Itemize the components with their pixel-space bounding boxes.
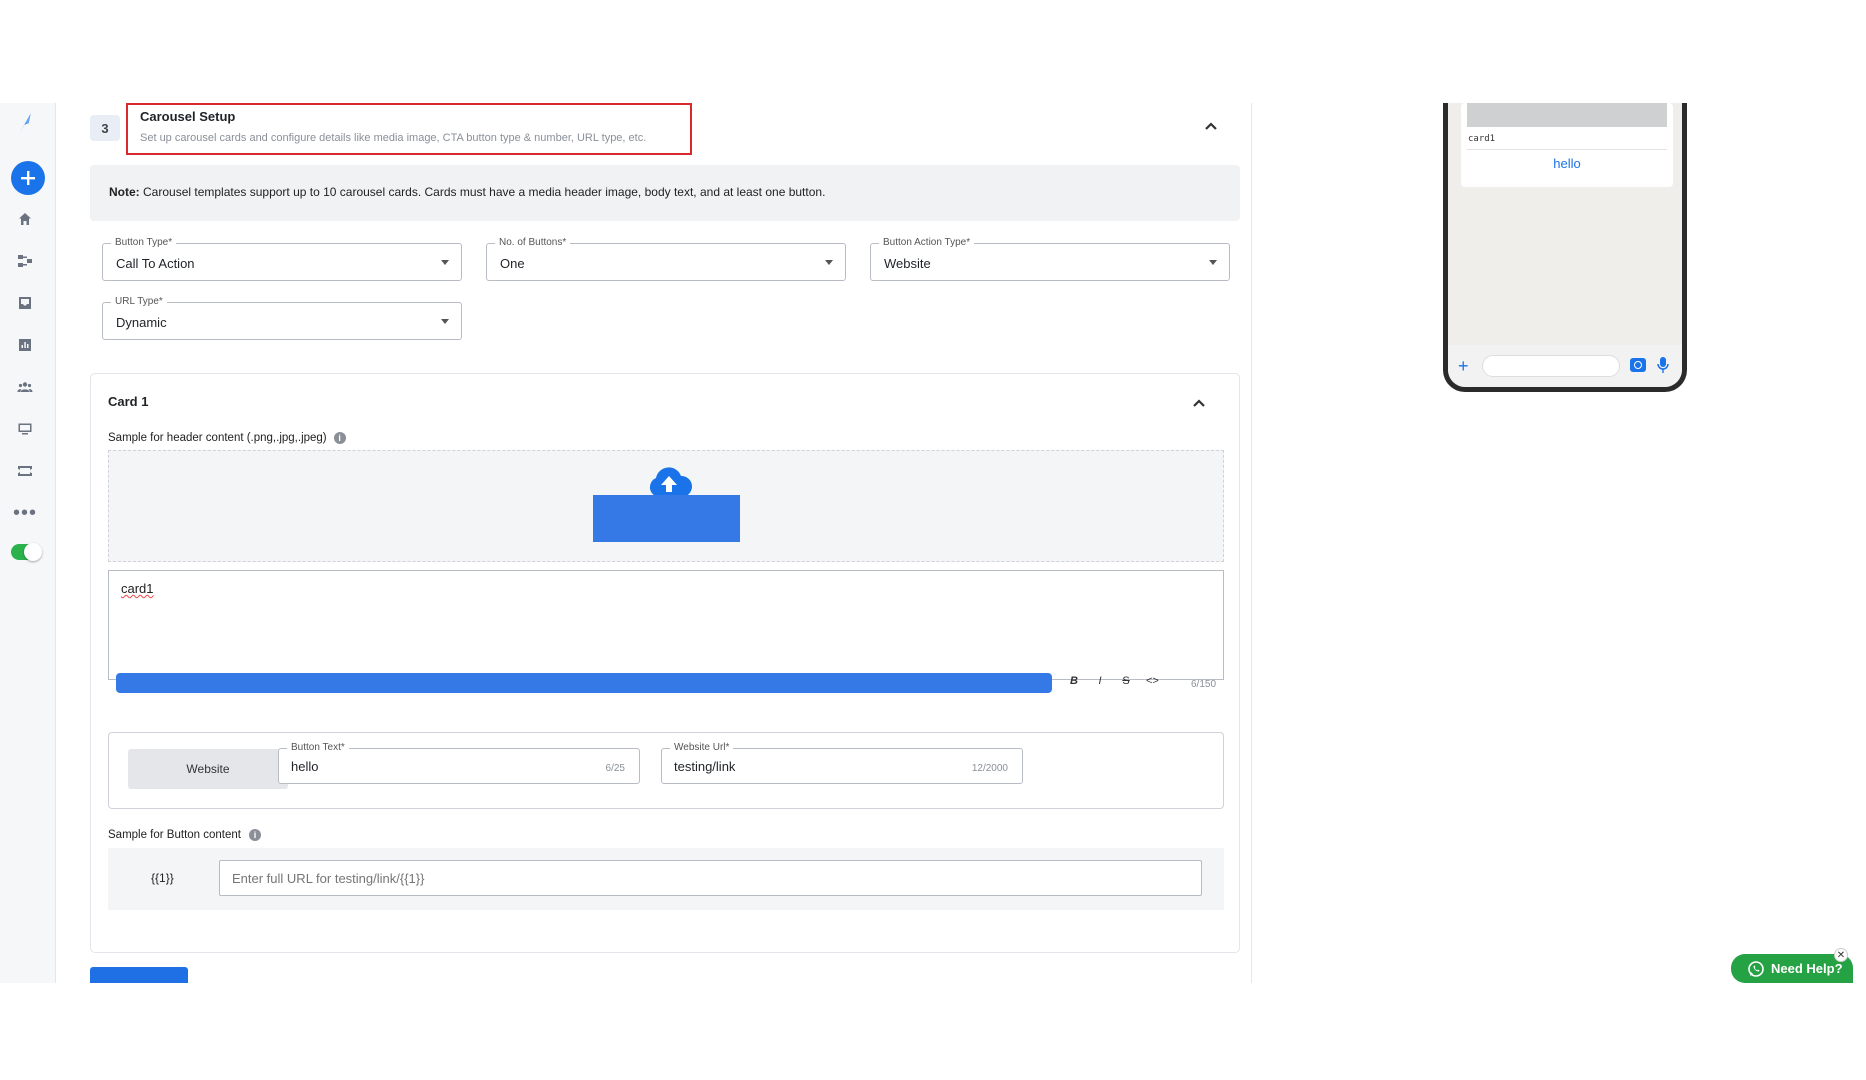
sidebar: ••• bbox=[0, 103, 56, 983]
action-type-label: Button Action Type* bbox=[879, 237, 975, 248]
brand-logo-icon[interactable] bbox=[12, 111, 38, 137]
camera-icon bbox=[1630, 358, 1646, 372]
flows-icon[interactable] bbox=[12, 248, 38, 274]
editor-variable-bar[interactable] bbox=[116, 673, 1052, 693]
code-icon[interactable]: <> bbox=[1146, 675, 1159, 687]
card-body-text: card1 bbox=[121, 581, 154, 596]
step-number: 3 bbox=[90, 115, 120, 141]
button-text-counter: 6/25 bbox=[605, 763, 625, 774]
website-url-label: Website Url* bbox=[670, 742, 734, 753]
step-title: Carousel Setup bbox=[140, 109, 236, 124]
header-sample-label-row: Sample for header content (.png,.jpg,.jp… bbox=[108, 432, 346, 444]
website-url-value: testing/link bbox=[674, 759, 736, 774]
microphone-icon bbox=[1657, 357, 1669, 373]
tickets-icon[interactable] bbox=[12, 458, 38, 484]
step-subtitle: Set up carousel cards and configure deta… bbox=[140, 132, 647, 144]
body-char-counter: 6/150 bbox=[1191, 679, 1217, 690]
templates-icon[interactable] bbox=[12, 416, 38, 442]
website-url-field[interactable]: Website Url* testing/link 12/2000 bbox=[661, 742, 1023, 784]
num-buttons-select[interactable]: No. of Buttons* One bbox=[486, 237, 846, 281]
dropdown-caret-icon bbox=[441, 260, 449, 265]
num-buttons-value: One bbox=[500, 256, 525, 271]
button-sample-label: Sample for Button content bbox=[108, 829, 241, 841]
button-sample-label-row: Sample for Button content i bbox=[108, 829, 261, 841]
note-text: Carousel templates support up to 10 caro… bbox=[139, 185, 826, 199]
status-toggle[interactable] bbox=[11, 543, 42, 561]
url-type-select[interactable]: URL Type* Dynamic bbox=[102, 296, 462, 340]
next-button[interactable] bbox=[90, 967, 188, 983]
preview-button: hello bbox=[1553, 156, 1581, 171]
close-help-icon[interactable]: ✕ bbox=[1834, 948, 1848, 962]
upload-button[interactable] bbox=[593, 495, 740, 542]
collapse-card-chevron-icon[interactable] bbox=[1191, 396, 1207, 412]
info-icon[interactable]: i bbox=[248, 829, 261, 841]
inbox-icon[interactable] bbox=[12, 290, 38, 316]
website-url-counter: 12/2000 bbox=[971, 763, 1008, 774]
preview-carousel-card: card1 hello bbox=[1461, 103, 1673, 187]
variable-name: {{1}} bbox=[151, 871, 174, 885]
plus-icon: + bbox=[1458, 356, 1469, 376]
button-type-value: Call To Action bbox=[116, 256, 195, 271]
italic-icon[interactable]: I bbox=[1094, 675, 1106, 687]
url-type-value: Dynamic bbox=[116, 315, 167, 330]
strikethrough-icon[interactable]: S bbox=[1120, 675, 1132, 687]
add-new-icon[interactable] bbox=[11, 161, 45, 195]
bold-icon[interactable]: B bbox=[1068, 675, 1080, 687]
step-header: Carousel Setup Set up carousel cards and… bbox=[126, 103, 692, 155]
header-image-dropzone[interactable] bbox=[108, 450, 1224, 562]
action-type-value: Website bbox=[884, 256, 931, 271]
website-button-chip[interactable]: Website bbox=[128, 749, 288, 789]
whatsapp-icon bbox=[1748, 960, 1764, 977]
dropdown-caret-icon bbox=[1209, 260, 1217, 265]
need-help-label: Need Help? bbox=[1771, 961, 1843, 976]
carousel-setup-section: 3 Carousel Setup Set up carousel cards a… bbox=[72, 103, 1252, 983]
button-text-label: Button Text* bbox=[287, 742, 349, 753]
note-prefix: Note: bbox=[109, 185, 140, 199]
carousel-note: Note: Carousel templates support up to 1… bbox=[90, 165, 1240, 221]
num-buttons-label: No. of Buttons* bbox=[495, 237, 571, 248]
home-icon[interactable] bbox=[12, 206, 38, 232]
more-icon[interactable]: ••• bbox=[12, 500, 38, 526]
analytics-icon[interactable] bbox=[12, 332, 38, 358]
info-icon[interactable]: i bbox=[333, 432, 346, 444]
card-title: Card 1 bbox=[108, 394, 149, 409]
collapse-section-chevron-icon[interactable] bbox=[1203, 119, 1219, 135]
dropdown-caret-icon bbox=[441, 319, 449, 324]
dropdown-caret-icon bbox=[825, 260, 833, 265]
phone-preview: card1 hello + bbox=[1443, 103, 1687, 392]
card-body-editor[interactable]: card1 bbox=[108, 570, 1224, 680]
button-text-field[interactable]: Button Text* hello 6/25 bbox=[278, 742, 640, 784]
carousel-card: Card 1 Sample for header content (.png,.… bbox=[90, 373, 1240, 953]
url-type-label: URL Type* bbox=[111, 296, 167, 307]
preview-card-text: card1 bbox=[1468, 134, 1496, 144]
action-type-select[interactable]: Button Action Type* Website bbox=[870, 237, 1230, 281]
editor-toolbar: B I S <> bbox=[1068, 675, 1159, 687]
variable-sample-box: {{1}} bbox=[108, 848, 1224, 910]
sample-url-input[interactable] bbox=[219, 860, 1202, 896]
contacts-icon[interactable] bbox=[12, 374, 38, 400]
button-text-value: hello bbox=[291, 759, 319, 774]
preview-message-input bbox=[1482, 355, 1620, 377]
button-type-select[interactable]: Button Type* Call To Action bbox=[102, 237, 462, 281]
button-config-row: Website Button Text* hello 6/25 Website … bbox=[108, 732, 1224, 809]
preview-input-bar: + bbox=[1448, 345, 1682, 387]
header-sample-label: Sample for header content (.png,.jpg,.jp… bbox=[108, 432, 327, 444]
button-type-label: Button Type* bbox=[111, 237, 177, 248]
preview-header-image bbox=[1467, 103, 1667, 127]
app-viewport: ••• 3 Carousel Setup Set up carousel car… bbox=[0, 103, 1866, 983]
preview-divider bbox=[1467, 149, 1667, 150]
